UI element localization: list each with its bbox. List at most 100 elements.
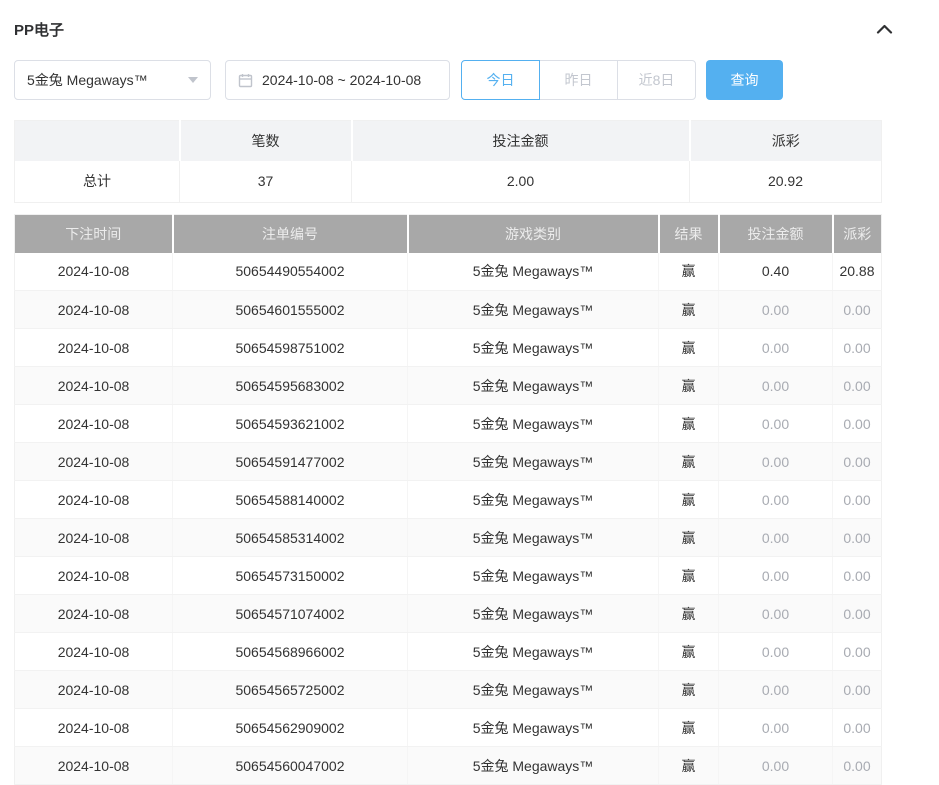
cell-bet-amount: 0.00	[719, 595, 833, 633]
cell-result: 赢	[659, 481, 719, 519]
game-select-value: 5金兔 Megaways™	[27, 70, 148, 90]
bet-table-row: 2024-10-08506545881400025金兔 Megaways™赢0.…	[15, 481, 882, 519]
bet-table-row: 2024-10-08506545914770025金兔 Megaways™赢0.…	[15, 443, 882, 481]
search-button[interactable]: 查询	[706, 60, 783, 100]
cell-result: 赢	[659, 367, 719, 405]
cell-result: 赢	[659, 709, 719, 747]
cell-payout: 0.00	[833, 367, 882, 405]
cell-order-id: 50654571074002	[173, 595, 408, 633]
cell-result: 赢	[659, 405, 719, 443]
cell-payout: 0.00	[833, 595, 882, 633]
cell-result: 赢	[659, 253, 719, 291]
cell-game-type: 5金兔 Megaways™	[408, 557, 659, 595]
bet-table-row: 2024-10-08506545710740025金兔 Megaways™赢0.…	[15, 595, 882, 633]
cell-bet-amount: 0.00	[719, 329, 833, 367]
cell-game-type: 5金兔 Megaways™	[408, 709, 659, 747]
cell-bet-time: 2024-10-08	[15, 443, 173, 481]
bet-table-row: 2024-10-08506545987510025金兔 Megaways™赢0.…	[15, 329, 882, 367]
cell-bet-time: 2024-10-08	[15, 709, 173, 747]
cell-payout: 0.00	[833, 671, 882, 709]
cell-order-id: 50654588140002	[173, 481, 408, 519]
range-button-today[interactable]: 今日	[461, 60, 540, 100]
filter-bar: 5金兔 Megaways™ 2024-10-08 ~ 2024-10-08 今日…	[14, 60, 895, 100]
cell-result: 赢	[659, 291, 719, 329]
cell-result: 赢	[659, 557, 719, 595]
cell-bet-time: 2024-10-08	[15, 595, 173, 633]
cell-bet-time: 2024-10-08	[15, 291, 173, 329]
cell-order-id: 50654585314002	[173, 519, 408, 557]
cell-bet-time: 2024-10-08	[15, 519, 173, 557]
date-range-value: 2024-10-08 ~ 2024-10-08	[262, 72, 421, 88]
game-select[interactable]: 5金兔 Megaways™	[14, 60, 211, 100]
cell-payout: 0.00	[833, 709, 882, 747]
date-range-input[interactable]: 2024-10-08 ~ 2024-10-08	[225, 60, 450, 100]
calendar-icon	[238, 73, 253, 88]
cell-game-type: 5金兔 Megaways™	[408, 595, 659, 633]
cell-order-id: 50654568966002	[173, 633, 408, 671]
cell-order-id: 50654591477002	[173, 443, 408, 481]
header-bet-amount: 投注金额	[719, 215, 833, 253]
cell-payout: 20.88	[833, 253, 882, 291]
range-button-last8days[interactable]: 近8日	[617, 60, 696, 100]
cell-game-type: 5金兔 Megaways™	[408, 291, 659, 329]
cell-result: 赢	[659, 329, 719, 367]
header-order-id: 注单编号	[173, 215, 408, 253]
cell-game-type: 5金兔 Megaways™	[408, 329, 659, 367]
cell-bet-amount: 0.00	[719, 557, 833, 595]
cell-game-type: 5金兔 Megaways™	[408, 671, 659, 709]
collapse-chevron-up-icon[interactable]	[876, 23, 893, 35]
cell-payout: 0.00	[833, 329, 882, 367]
bet-table-body: 2024-10-08506544905540025金兔 Megaways™赢0.…	[15, 253, 882, 785]
cell-bet-time: 2024-10-08	[15, 481, 173, 519]
cell-bet-amount: 0.00	[719, 291, 833, 329]
cell-payout: 0.00	[833, 519, 882, 557]
header-result: 结果	[659, 215, 719, 253]
range-button-yesterday[interactable]: 昨日	[539, 60, 618, 100]
cell-payout: 0.00	[833, 405, 882, 443]
cell-result: 赢	[659, 443, 719, 481]
cell-result: 赢	[659, 671, 719, 709]
cell-game-type: 5金兔 Megaways™	[408, 405, 659, 443]
cell-bet-amount: 0.40	[719, 253, 833, 291]
cell-order-id: 50654593621002	[173, 405, 408, 443]
bet-table: 下注时间 注单编号 游戏类别 结果 投注金额 派彩 2024-10-085065…	[14, 214, 882, 785]
cell-order-id: 50654601555002	[173, 291, 408, 329]
summary-header-row: 笔数 投注金额 派彩	[15, 121, 882, 161]
cell-bet-time: 2024-10-08	[15, 329, 173, 367]
cell-order-id: 50654598751002	[173, 329, 408, 367]
cell-bet-amount: 0.00	[719, 671, 833, 709]
quick-range-group: 今日 昨日 近8日	[461, 60, 696, 100]
bet-table-row: 2024-10-08506545956830025金兔 Megaways™赢0.…	[15, 367, 882, 405]
cell-bet-time: 2024-10-08	[15, 405, 173, 443]
cell-bet-amount: 0.00	[719, 405, 833, 443]
cell-payout: 0.00	[833, 481, 882, 519]
bet-table-row: 2024-10-08506545689660025金兔 Megaways™赢0.…	[15, 633, 882, 671]
cell-order-id: 50654565725002	[173, 671, 408, 709]
panel-title: PP电子	[14, 19, 64, 40]
cell-bet-amount: 0.00	[719, 367, 833, 405]
summary-total-count: 37	[180, 161, 352, 203]
cell-payout: 0.00	[833, 443, 882, 481]
cell-result: 赢	[659, 633, 719, 671]
bet-table-row: 2024-10-08506545657250025金兔 Megaways™赢0.…	[15, 671, 882, 709]
cell-bet-amount: 0.00	[719, 519, 833, 557]
bet-table-row: 2024-10-08506544905540025金兔 Megaways™赢0.…	[15, 253, 882, 291]
cell-payout: 0.00	[833, 557, 882, 595]
cell-bet-time: 2024-10-08	[15, 633, 173, 671]
cell-bet-time: 2024-10-08	[15, 557, 173, 595]
cell-payout: 0.00	[833, 633, 882, 671]
cell-bet-amount: 0.00	[719, 633, 833, 671]
cell-game-type: 5金兔 Megaways™	[408, 367, 659, 405]
bet-table-row: 2024-10-08506545731500025金兔 Megaways™赢0.…	[15, 557, 882, 595]
header-bet-time: 下注时间	[15, 215, 173, 253]
summary-total-payout: 20.92	[690, 161, 882, 203]
chevron-down-icon	[188, 77, 198, 83]
header-game-type: 游戏类别	[408, 215, 659, 253]
cell-result: 赢	[659, 595, 719, 633]
cell-payout: 0.00	[833, 291, 882, 329]
summary-table: 笔数 投注金额 派彩 总计 37 2.00 20.92	[14, 120, 882, 203]
cell-game-type: 5金兔 Megaways™	[408, 519, 659, 557]
summary-header-blank	[15, 121, 180, 161]
cell-order-id: 50654562909002	[173, 709, 408, 747]
summary-header-bet-amount: 投注金额	[352, 121, 690, 161]
